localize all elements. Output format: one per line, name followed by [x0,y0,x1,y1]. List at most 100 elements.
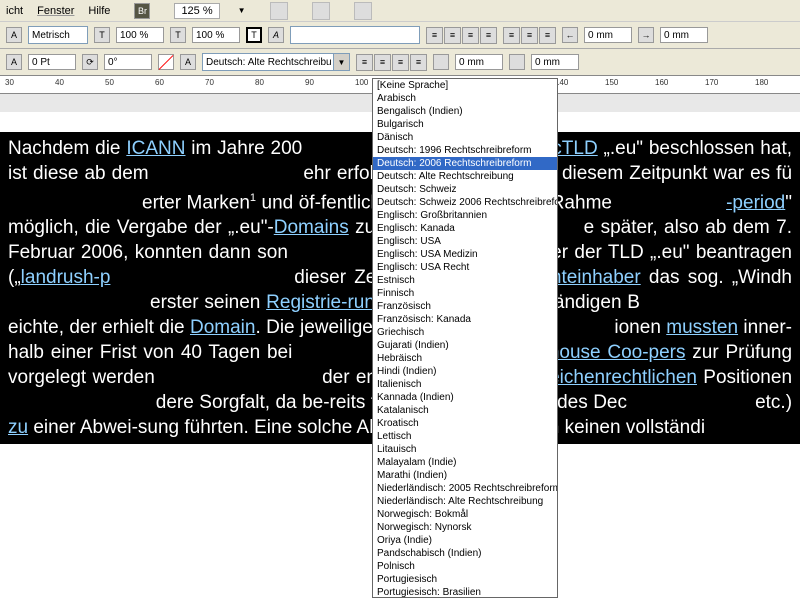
language-option[interactable]: Hebräisch [373,352,557,365]
language-option[interactable]: Katalanisch [373,404,557,417]
language-option[interactable]: Deutsch: Schweiz 2006 Rechtschreibreform [373,196,557,209]
align-right-icon[interactable]: ≡ [462,27,479,44]
no-fill-icon[interactable] [158,54,174,70]
language-option[interactable]: Niederländisch: 2005 Rechtschreibreform [373,482,557,495]
text-frame-icon[interactable]: T [246,27,262,43]
language-option[interactable]: Marathi (Indien) [373,469,557,482]
last-line-indent-input[interactable] [531,54,579,70]
ruler-tick: 100 [355,78,368,87]
language-option[interactable]: Englisch: Großbritannien [373,209,557,222]
language-option[interactable]: Norwegisch: Nynorsk [373,521,557,534]
align-group-2: ≡ ≡ ≡ [503,27,556,44]
language-option[interactable]: Oriya (Indie) [373,534,557,547]
language-combo[interactable]: Deutsch: Alte Rechtschreibu ▼ [202,53,350,71]
language-option[interactable]: Deutsch: Alte Rechtschreibung [373,170,557,183]
language-option[interactable]: Hindi (Indien) [373,365,557,378]
language-option[interactable]: [Keine Sprache] [373,79,557,92]
language-option[interactable]: Finnisch [373,287,557,300]
link-mussten[interactable]: mussten [666,317,738,338]
language-option[interactable]: Arabisch [373,92,557,105]
link-domain-2[interactable]: Domain [190,317,255,338]
bridge-icon[interactable]: Br [134,3,150,19]
view-mode-icon-3[interactable] [354,2,372,20]
language-option[interactable]: Estnisch [373,274,557,287]
rotate-icon: ⟳ [82,54,98,70]
chevron-down-icon[interactable]: ▼ [238,6,246,15]
para-icon-2[interactable]: ≡ [374,54,391,71]
language-option[interactable]: Englisch: USA Recht [373,261,557,274]
language-option[interactable]: Niederländisch: Alte Rechtschreibung [373,495,557,508]
language-option[interactable]: Französisch [373,300,557,313]
language-option[interactable]: Englisch: USA [373,235,557,248]
language-option[interactable]: Gujarati (Indien) [373,339,557,352]
language-option[interactable]: Bengalisch (Indien) [373,105,557,118]
para-icon-3[interactable]: ≡ [392,54,409,71]
menubar: icht Fenster Hilfe Br 125 % ▼ [0,0,800,22]
color-icon[interactable]: A [180,54,196,70]
chevron-down-icon[interactable]: ▼ [333,54,349,70]
first-line-indent-input[interactable] [455,54,503,70]
language-option[interactable]: Kroatisch [373,417,557,430]
ruler-tick: 50 [105,78,114,87]
language-option[interactable]: Griechisch [373,326,557,339]
language-option[interactable]: Norwegisch: Bokmål [373,508,557,521]
align-top-icon[interactable]: ≡ [503,27,520,44]
link-domains[interactable]: Domains [274,217,349,238]
menu-window[interactable]: Fenster [37,5,74,17]
ruler-tick: 180 [755,78,768,87]
link-icann[interactable]: ICANN [126,138,185,159]
language-option[interactable]: Englisch: Kanada [373,222,557,235]
link-period[interactable]: -period [726,192,785,213]
baseline-icon: A [6,54,22,70]
char-style-icon[interactable]: A [6,27,22,43]
align-middle-icon[interactable]: ≡ [521,27,538,44]
language-option[interactable]: Kannada (Indien) [373,391,557,404]
units-combo[interactable]: Metrisch [28,26,88,44]
language-option[interactable]: Bulgarisch [373,118,557,131]
menu-view[interactable]: icht [6,5,23,17]
language-dropdown[interactable]: [Keine Sprache]ArabischBengalisch (Indie… [372,78,558,598]
align-bottom-icon[interactable]: ≡ [539,27,556,44]
char-format-icon[interactable]: A [268,27,284,43]
rotate-input[interactable] [104,54,152,70]
scale-y-input[interactable] [192,27,240,43]
align-center-icon[interactable]: ≡ [444,27,461,44]
language-option[interactable]: Englisch: USA Medizin [373,248,557,261]
view-mode-icon-2[interactable] [312,2,330,20]
language-option[interactable]: Pandschabisch (Indien) [373,547,557,560]
indent-left-icon[interactable]: ← [562,27,578,43]
language-option[interactable]: Portugiesisch: Brasilien [373,586,557,598]
align-justify-icon[interactable]: ≡ [480,27,497,44]
last-line-indent-icon[interactable] [509,54,525,70]
para-icon-4[interactable]: ≡ [410,54,427,71]
para-icon-1[interactable]: ≡ [356,54,373,71]
indent-left-input[interactable] [584,27,632,43]
ruler-tick: 60 [155,78,164,87]
language-option[interactable]: Lettisch [373,430,557,443]
first-line-indent-icon[interactable] [433,54,449,70]
scale-y-icon: T [170,27,186,43]
language-option[interactable]: Dänisch [373,131,557,144]
view-mode-icon-1[interactable] [270,2,288,20]
language-option[interactable]: Polnisch [373,560,557,573]
language-option[interactable]: Deutsch: 1996 Rechtschreibreform [373,144,557,157]
link-zu[interactable]: zu [8,417,28,438]
language-option[interactable]: Portugiesisch [373,573,557,586]
indent-right-icon[interactable]: → [638,27,654,43]
link-landrush[interactable]: landrush-p [21,267,111,288]
language-option[interactable]: Französisch: Kanada [373,313,557,326]
language-option[interactable]: Deutsch: Schweiz [373,183,557,196]
ruler-tick: 150 [605,78,618,87]
align-left-icon[interactable]: ≡ [426,27,443,44]
language-option[interactable]: Deutsch: 2006 Rechtschreibreform [373,157,557,170]
language-option[interactable]: Malayalam (Indie) [373,456,557,469]
scale-x-input[interactable] [116,27,164,43]
ruler-tick: 90 [305,78,314,87]
zoom-input[interactable]: 125 % [174,3,219,19]
indent-right-input[interactable] [660,27,708,43]
font-style-combo[interactable] [290,26,420,44]
menu-help[interactable]: Hilfe [88,5,110,17]
language-option[interactable]: Italienisch [373,378,557,391]
language-option[interactable]: Litauisch [373,443,557,456]
baseline-input[interactable] [28,54,76,70]
